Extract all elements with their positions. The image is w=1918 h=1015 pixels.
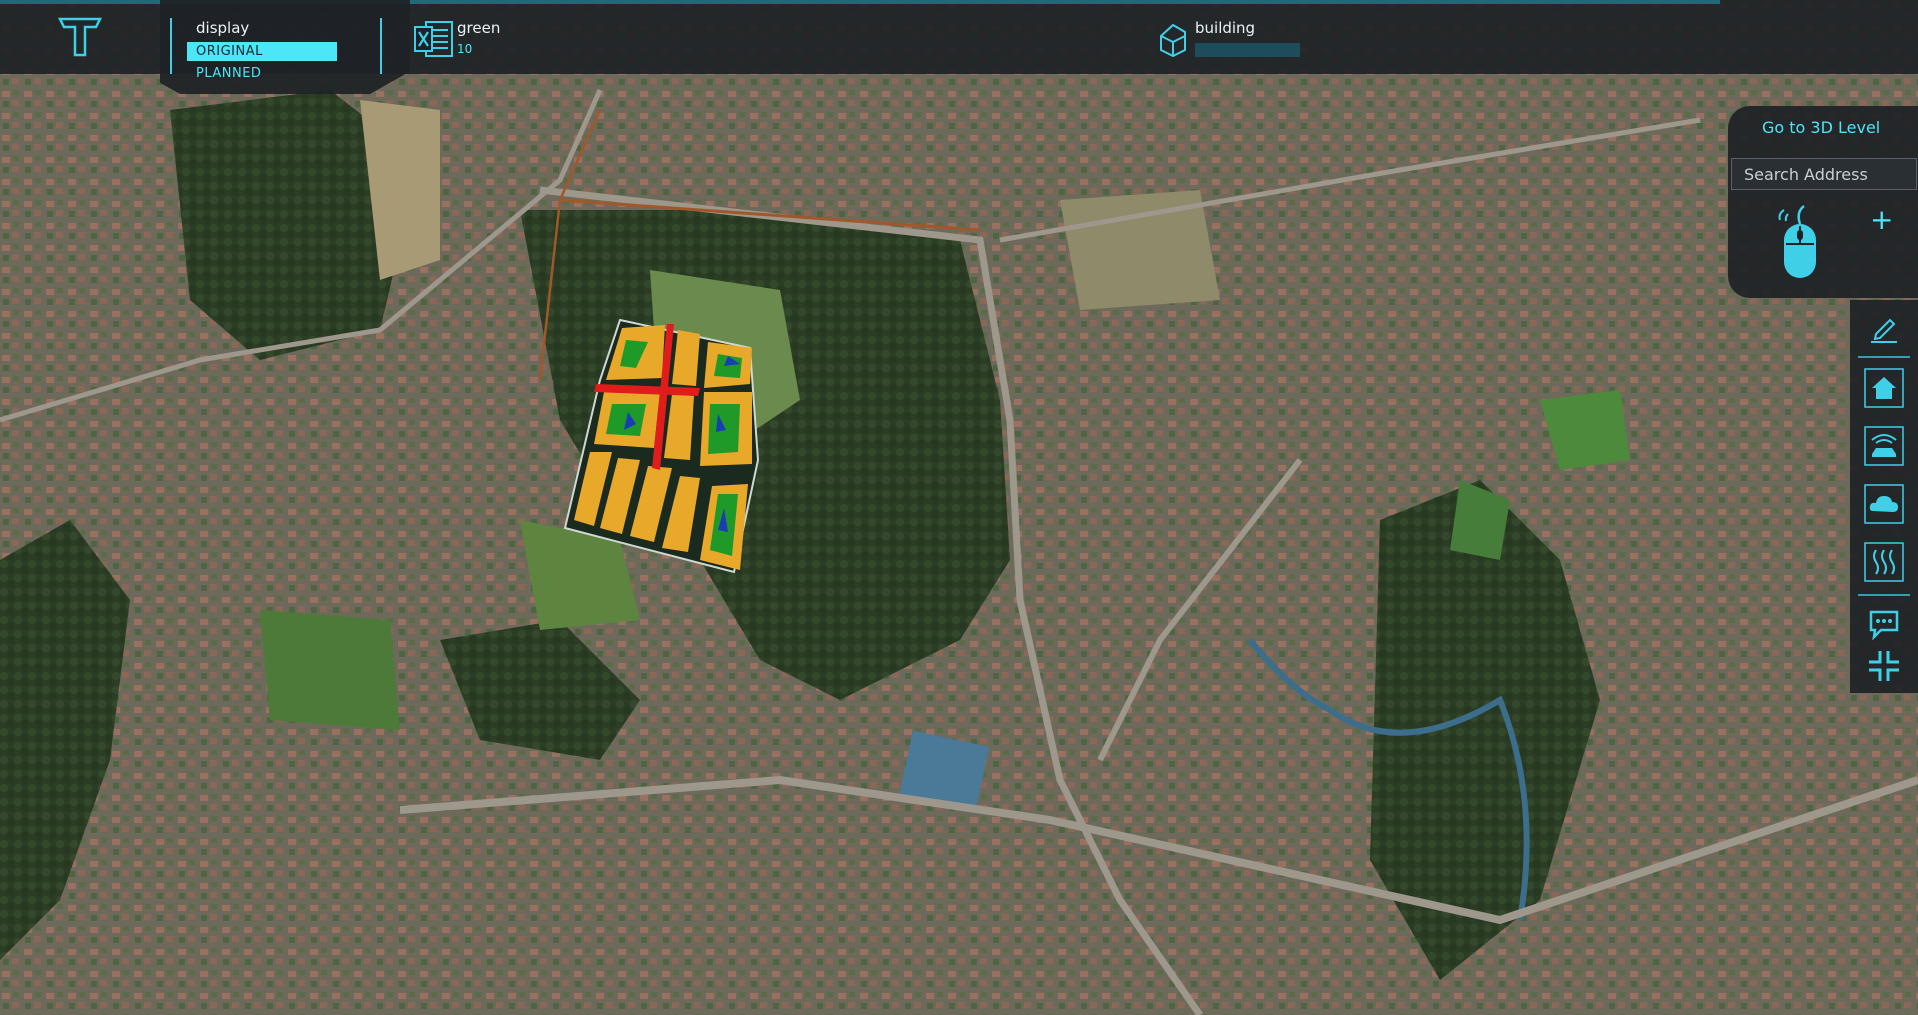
collapse-icon[interactable] [1860,644,1908,688]
cloud-icon[interactable] [1860,482,1908,526]
app-logo[interactable] [0,0,160,74]
add-button[interactable]: + [1870,206,1893,234]
edit-icon[interactable] [1860,306,1908,350]
indicator-building-label[interactable]: building [1195,19,1255,37]
house-icon[interactable] [1860,366,1908,410]
display-option-planned[interactable]: PLANNED [196,66,261,81]
plan-green [606,404,646,436]
grass-field-3 [260,610,400,730]
indicator-green-label[interactable]: green [457,19,500,37]
logo-icon [58,17,102,57]
excel-icon[interactable] [414,20,454,62]
separator [170,18,172,74]
display-option-original[interactable]: ORIGINAL [187,42,337,61]
indicator-green-value: 10 [457,42,473,56]
display-label: display [196,19,250,37]
heat-icon[interactable] [1860,540,1908,584]
toolbar-separator [1858,594,1910,596]
chat-icon[interactable] [1860,602,1908,646]
mouse-icon[interactable] [1770,204,1824,284]
indicator-building-bar [1195,43,1300,57]
go-to-3d-button[interactable]: Go to 3D Level [1762,118,1880,137]
separator [380,18,382,74]
traffic-icon[interactable] [1860,424,1908,468]
building-icon[interactable] [1158,22,1188,62]
map-view[interactable] [0,0,1918,1015]
toolbar-separator [1858,356,1910,358]
search-address-input[interactable] [1731,158,1917,190]
